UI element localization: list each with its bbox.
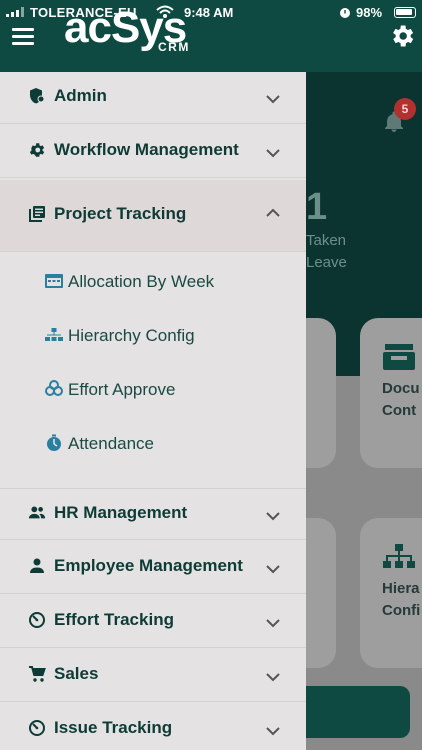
dashboard-card[interactable] [306, 318, 336, 468]
menu-item-label: Admin [54, 86, 107, 105]
signal-icon [6, 7, 24, 17]
card-title: Hiera Confi [382, 578, 420, 622]
menu-item-label: Issue Tracking [54, 718, 173, 737]
menu-item-admin[interactable]: Admin [0, 72, 306, 124]
documents-card[interactable]: Docu Cont [360, 318, 422, 468]
battery-icon [394, 7, 416, 18]
submenu-item-allocation-by-week[interactable]: Allocation By Week [0, 262, 306, 302]
app-logo-subtitle: CRM [158, 40, 190, 54]
chevron-down-icon [266, 673, 280, 682]
inbox-tray-icon [383, 344, 415, 370]
people-icon [28, 506, 46, 519]
card-title-line: Hiera [382, 580, 420, 597]
timer-icon [47, 434, 61, 451]
submenu-item-label: Attendance [68, 434, 155, 453]
gear-icon [29, 143, 45, 157]
stat-label: Taken Leave [306, 230, 347, 274]
card-title-line: Docu [382, 380, 420, 397]
chevron-down-icon [266, 565, 280, 574]
hamburger-line [12, 28, 34, 31]
menu-item-label: HR Management [54, 503, 188, 522]
hamburger-line [12, 35, 34, 38]
hamburger-line [12, 42, 34, 45]
submenu-item-label: Effort Approve [68, 380, 176, 399]
stat-label-line: Taken [306, 232, 347, 249]
shield-user-icon [30, 88, 45, 104]
submenu-item-attendance[interactable]: Attendance [0, 424, 306, 464]
chevron-down-icon [266, 149, 280, 158]
app-header: TOLERANCE-EU 9:48 AM 98% acSys CRM [0, 0, 422, 66]
person-icon [30, 558, 44, 573]
submenu-item-label: Hierarchy Config [68, 326, 195, 345]
menu-item-project-tracking[interactable]: Project Tracking [0, 180, 306, 252]
submenu-item-hierarchy-config[interactable]: Hierarchy Config [0, 316, 306, 356]
dashboard-background: 5 1 Taken Leave Docu Cont Hiera Confi [306, 72, 422, 750]
menu-item-label: Project Tracking [54, 204, 187, 223]
menu-item-issue-tracking[interactable]: Issue Tracking [0, 704, 306, 750]
card-title-line: Confi [382, 602, 421, 619]
library-books-icon [29, 206, 45, 222]
chevron-down-icon [266, 512, 280, 521]
alarm-icon [340, 8, 350, 18]
menu-item-label: Employee Management [54, 556, 243, 575]
battery-percent: 98% [356, 5, 383, 20]
chevron-up-icon [266, 208, 280, 217]
submenu-item-effort-approve[interactable]: Effort Approve [0, 370, 306, 410]
chevron-down-icon [266, 619, 280, 628]
menu-item-employee-management[interactable]: Employee Management [0, 542, 306, 594]
card-title: Docu Cont [382, 378, 420, 422]
hierarchy-card[interactable]: Hiera Confi [360, 518, 422, 668]
hierarchy-icon [45, 328, 63, 341]
stat-label-line: Leave [306, 254, 347, 271]
approval-cycle-icon [45, 380, 63, 396]
status-time: 9:48 AM [184, 5, 234, 20]
navigation-drawer: Admin Workflow Management Project Tracki… [0, 72, 306, 750]
menu-item-hr-management[interactable]: HR Management [0, 488, 306, 540]
chevron-down-icon [266, 727, 280, 736]
submenu-item-label: Allocation By Week [68, 272, 215, 291]
menu-item-label: Workflow Management [54, 140, 239, 159]
menu-item-sales[interactable]: Sales [0, 650, 306, 702]
menu-item-label: Sales [54, 664, 99, 683]
timer-icon [29, 720, 45, 736]
timer-icon [29, 612, 45, 628]
calendar-week-icon [45, 274, 63, 288]
chevron-down-icon [266, 95, 280, 104]
stat-number: 1 [306, 186, 328, 228]
dashboard-card[interactable] [306, 518, 336, 668]
gear-icon[interactable] [388, 22, 416, 50]
menu-item-label: Effort Tracking [54, 610, 174, 629]
menu-item-effort-tracking[interactable]: Effort Tracking [0, 596, 306, 648]
menu-toggle-button[interactable] [12, 28, 34, 45]
menu-item-workflow-management[interactable]: Workflow Management [0, 126, 306, 178]
hierarchy-icon [383, 544, 415, 568]
notification-badge: 5 [394, 98, 416, 120]
shopping-cart-icon [29, 666, 46, 682]
action-button[interactable] [306, 686, 410, 738]
card-title-line: Cont [382, 402, 417, 419]
